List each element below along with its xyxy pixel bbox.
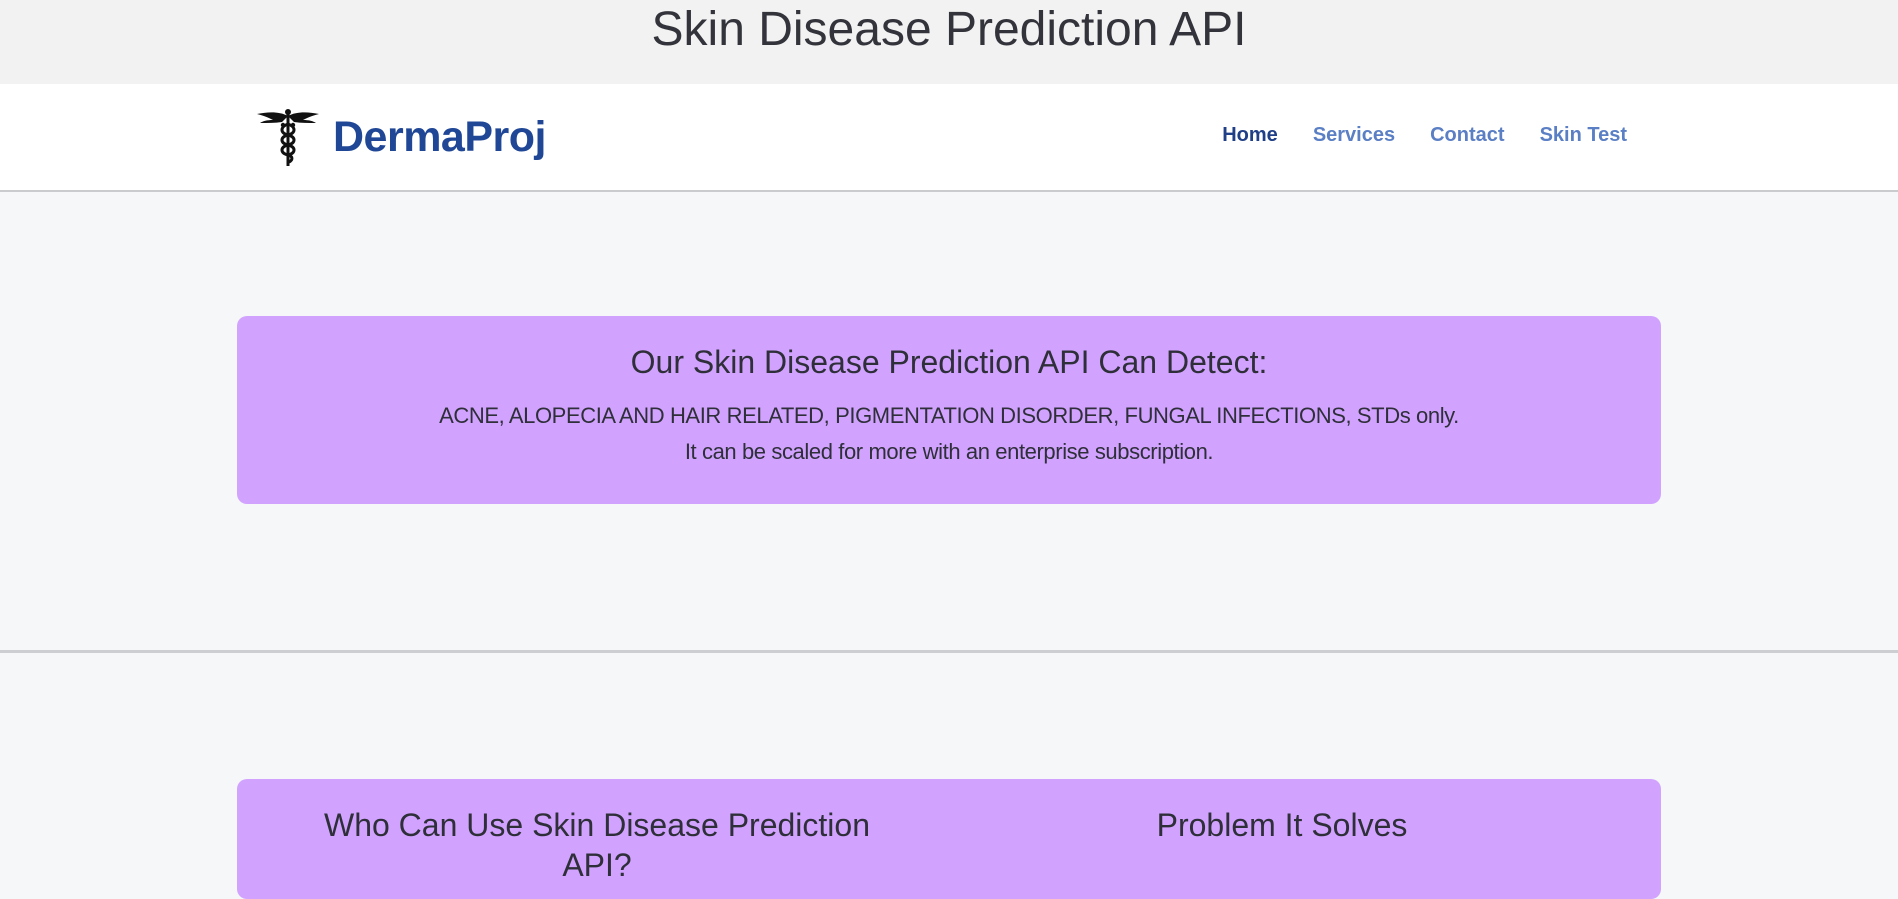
top-banner: Skin Disease Prediction API	[0, 0, 1898, 84]
detect-card-heading: Our Skin Disease Prediction API Can Dete…	[630, 344, 1268, 380]
nav-link-home[interactable]: Home	[1222, 124, 1278, 147]
navbar: DermaProj Home Services Contact Skin Tes…	[0, 84, 1898, 192]
caduceus-icon	[257, 109, 319, 166]
detect-conditions-text: ACNE, ALOPECIA AND HAIR RELATED, PIGMENT…	[439, 403, 1459, 428]
nav-links: Home Services Contact Skin Test	[1222, 124, 1627, 147]
detect-section: Our Skin Disease Prediction API Can Dete…	[0, 192, 1898, 653]
who-can-use-heading: Who Can Use Skin Disease Prediction API?	[323, 807, 870, 883]
detect-card: Our Skin Disease Prediction API Can Dete…	[237, 316, 1661, 504]
brand[interactable]: DermaProj	[255, 106, 546, 168]
brand-name: DermaProj	[333, 112, 546, 161]
info-section: Who Can Use Skin Disease Prediction API?…	[0, 653, 1898, 899]
detect-scaling-note: It can be scaled for more with an enterp…	[684, 439, 1214, 464]
nav-link-skin-test[interactable]: Skin Test	[1540, 124, 1627, 147]
nav-link-contact[interactable]: Contact	[1430, 124, 1504, 147]
page-title: Skin Disease Prediction API	[651, 3, 1247, 56]
nav-link-services[interactable]: Services	[1313, 124, 1395, 147]
info-card: Who Can Use Skin Disease Prediction API?…	[237, 779, 1661, 899]
problem-it-solves-heading: Problem It Solves	[1156, 807, 1408, 843]
